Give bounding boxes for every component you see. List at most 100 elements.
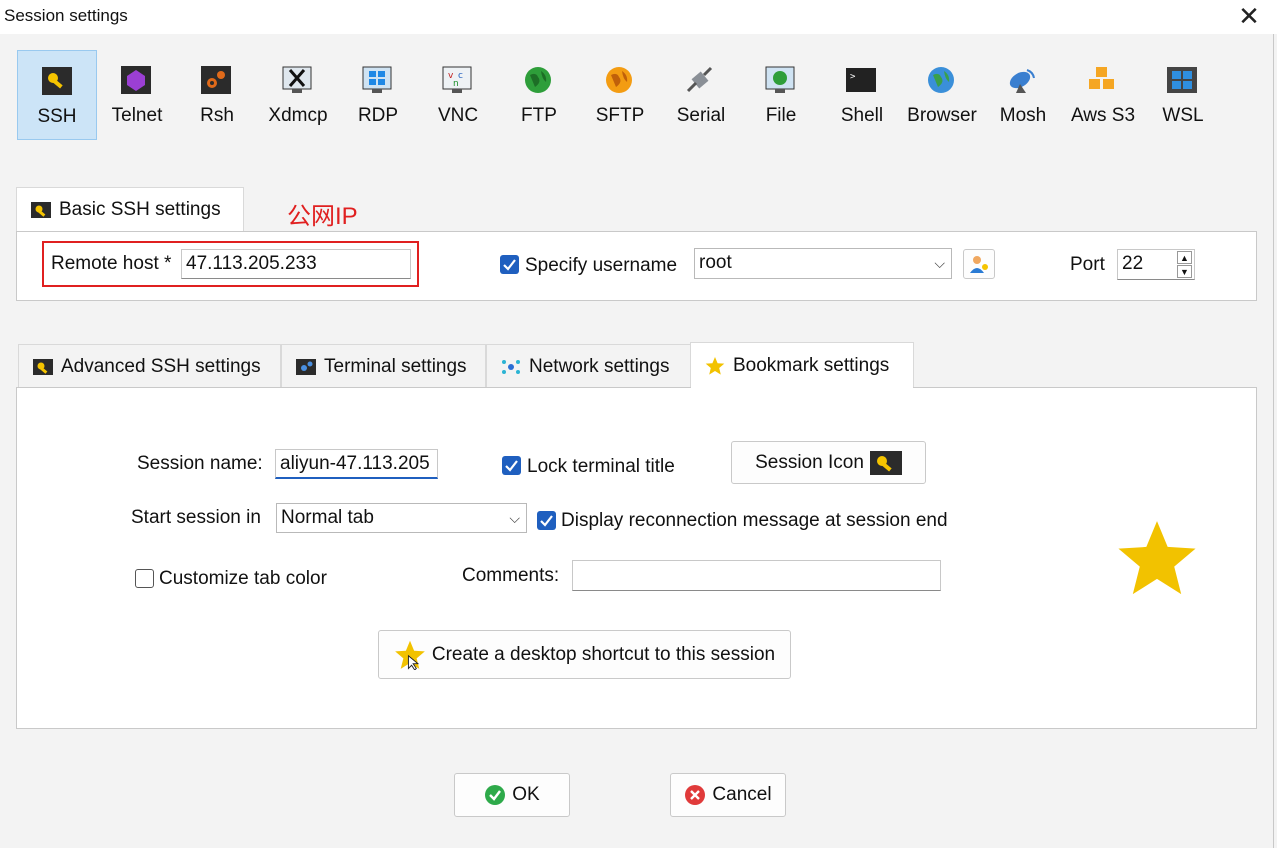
rdp-windows-icon bbox=[362, 66, 392, 93]
vnc-icon: v cn bbox=[442, 66, 472, 93]
port-value: 22 bbox=[1122, 253, 1144, 274]
star-icon bbox=[395, 640, 425, 670]
telnet-icon bbox=[121, 66, 151, 94]
tab-label: Advanced SSH settings bbox=[61, 355, 261, 377]
key-icon bbox=[31, 202, 51, 218]
tab-bookmark-settings[interactable]: Bookmark settings bbox=[690, 342, 914, 388]
key-icon bbox=[869, 450, 902, 475]
protocol-file[interactable]: File bbox=[741, 50, 821, 140]
window-title: Session settings bbox=[4, 6, 128, 25]
port-down-icon[interactable]: ▼ bbox=[1177, 265, 1192, 278]
tab-label: Network settings bbox=[529, 355, 670, 377]
chevron-down-icon: ⌵ bbox=[509, 510, 520, 526]
port-up-icon[interactable]: ▲ bbox=[1177, 251, 1192, 264]
tab-terminal-settings[interactable]: Terminal settings bbox=[281, 344, 486, 388]
session-icon-button[interactable]: Session Icon bbox=[731, 441, 926, 484]
cancel-label: Cancel bbox=[712, 784, 772, 805]
protocol-label: Browser bbox=[907, 105, 977, 126]
start-in-select[interactable]: Normal tab ⌵ bbox=[276, 503, 527, 533]
protocol-label: FTP bbox=[521, 105, 557, 126]
check-icon bbox=[503, 259, 516, 271]
protocol-label: VNC bbox=[437, 105, 479, 126]
create-shortcut-button[interactable]: Create a desktop shortcut to this sessio… bbox=[378, 630, 791, 679]
browser-globe-icon bbox=[928, 67, 954, 93]
ok-label: OK bbox=[512, 784, 540, 805]
user-key-icon bbox=[970, 256, 988, 273]
protocol-telnet[interactable]: Telnet bbox=[97, 50, 177, 140]
sftp-globe-icon bbox=[606, 67, 632, 93]
annotation-public-ip: 公网IP bbox=[287, 203, 358, 230]
wsl-windows-icon bbox=[1167, 67, 1197, 93]
protocol-label: Aws S3 bbox=[1070, 105, 1136, 126]
chevron-down-icon: ⌵ bbox=[934, 255, 945, 271]
reconnect-checkbox[interactable] bbox=[537, 511, 556, 530]
key-icon bbox=[33, 358, 53, 375]
aws-cubes-icon bbox=[1089, 67, 1114, 89]
ssh-key-icon bbox=[42, 67, 72, 95]
reconnect-label: Display reconnection message at session … bbox=[561, 510, 948, 531]
protocol-label: File bbox=[765, 105, 797, 126]
close-icon[interactable]: ✕ bbox=[1232, 0, 1266, 32]
start-in-label: Start session in bbox=[131, 507, 261, 528]
start-in-value: Normal tab bbox=[281, 507, 374, 528]
protocol-label: WSL bbox=[1162, 105, 1204, 126]
protocol-ssh[interactable]: SSH bbox=[17, 50, 97, 140]
protocol-ftp[interactable]: FTP bbox=[499, 50, 579, 140]
lock-title-checkbox[interactable] bbox=[502, 456, 521, 475]
user-manager-button[interactable] bbox=[963, 249, 995, 279]
active-tab-joiner bbox=[691, 386, 913, 389]
serial-plug-icon bbox=[686, 66, 713, 93]
create-shortcut-label: Create a desktop shortcut to this sessio… bbox=[431, 643, 776, 665]
protocol-label: Mosh bbox=[999, 105, 1047, 126]
remote-host-input[interactable]: 47.113.205.233 bbox=[181, 249, 411, 279]
protocol-label: Xdmcp bbox=[268, 105, 328, 126]
protocol-label: Shell bbox=[840, 105, 884, 126]
protocol-label: SFTP bbox=[595, 105, 645, 126]
check-icon bbox=[540, 515, 553, 527]
protocol-shell[interactable]: > Shell bbox=[822, 50, 902, 140]
remote-host-label: Remote host * bbox=[51, 253, 172, 274]
network-icon bbox=[502, 359, 520, 374]
username-value: root bbox=[699, 252, 732, 273]
cancel-button[interactable]: Cancel bbox=[670, 773, 786, 817]
title-bar bbox=[0, 0, 1277, 34]
session-icon-button-label: Session Icon bbox=[755, 451, 864, 473]
comments-label: Comments: bbox=[462, 565, 560, 586]
tab-label: Bookmark settings bbox=[733, 354, 890, 376]
session-name-input[interactable]: aliyun-47.113.205 bbox=[275, 449, 438, 479]
star-icon bbox=[705, 356, 725, 375]
protocol-wsl[interactable]: WSL bbox=[1143, 50, 1223, 140]
protocol-sftp[interactable]: SFTP bbox=[580, 50, 660, 140]
window-border bbox=[1273, 34, 1274, 848]
shell-terminal-icon: > bbox=[846, 68, 876, 92]
comments-input[interactable] bbox=[572, 560, 941, 591]
username-select[interactable]: root ⌵ bbox=[694, 248, 952, 279]
protocol-vnc[interactable]: vcn VNC bbox=[418, 50, 498, 140]
protocol-label: Rsh bbox=[200, 105, 234, 126]
tab-basic-ssh-settings[interactable]: Basic SSH settings bbox=[16, 187, 244, 232]
lock-title-label: Lock terminal title bbox=[527, 456, 675, 477]
tab-network-settings[interactable]: Network settings bbox=[486, 344, 691, 388]
protocol-xdmcp[interactable]: Xdmcp bbox=[258, 50, 338, 140]
protocol-rsh[interactable]: Rsh bbox=[177, 50, 257, 140]
svg-text:c: c bbox=[458, 71, 463, 81]
protocol-rdp[interactable]: RDP bbox=[338, 50, 418, 140]
terminal-gear-icon bbox=[296, 358, 316, 375]
customize-color-checkbox[interactable] bbox=[135, 569, 154, 588]
protocol-serial[interactable]: Serial bbox=[661, 50, 741, 140]
tab-advanced-ssh-settings[interactable]: Advanced SSH settings bbox=[18, 344, 281, 388]
file-monitor-icon bbox=[765, 66, 795, 93]
tab-label: Basic SSH settings bbox=[59, 199, 221, 220]
specify-username-label: Specify username bbox=[525, 255, 678, 276]
protocol-label: Telnet bbox=[111, 105, 163, 126]
specify-username-checkbox[interactable] bbox=[500, 255, 519, 274]
check-icon bbox=[505, 460, 518, 472]
customize-color-label: Customize tab color bbox=[159, 568, 327, 589]
protocol-aws-s3[interactable]: Aws S3 bbox=[1063, 50, 1143, 140]
protocol-label: RDP bbox=[357, 105, 399, 126]
ok-button[interactable]: OK bbox=[454, 773, 570, 817]
mosh-satellite-icon bbox=[1009, 69, 1035, 93]
protocol-browser[interactable]: Browser bbox=[902, 50, 982, 140]
svg-text:n: n bbox=[453, 79, 459, 89]
protocol-mosh[interactable]: Mosh bbox=[983, 50, 1063, 140]
